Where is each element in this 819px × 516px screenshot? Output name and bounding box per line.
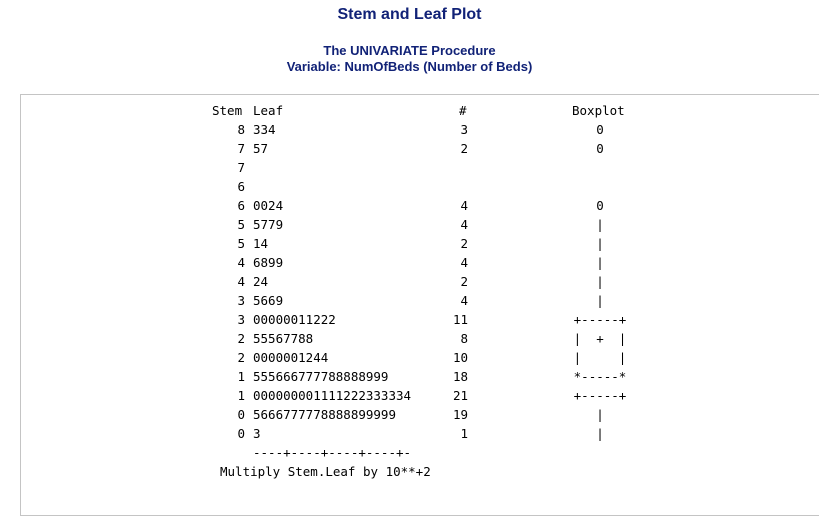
header-boxplot: Boxplot: [572, 103, 625, 118]
row-boxplot: *-----*: [573, 369, 627, 384]
row-boxplot: |: [596, 274, 604, 289]
row-boxplot: 0: [596, 122, 604, 137]
header-leaf: Leaf: [253, 103, 284, 118]
row-stem: 4: [237, 274, 245, 289]
procedure-name: The UNIVARIATE Procedure: [323, 43, 496, 58]
row-stem: 5: [237, 236, 245, 251]
row-boxplot: |: [596, 426, 604, 441]
row-count: 11: [452, 312, 468, 327]
row-boxplot: +-----+: [573, 312, 627, 327]
footer-note: Multiply Stem.Leaf by 10**+2: [220, 464, 431, 479]
row-stem: 6: [237, 179, 245, 194]
row-leaf: 334: [253, 122, 276, 137]
row-stem: 7: [237, 141, 245, 156]
header-stem: Stem: [212, 103, 243, 118]
row-leaf: 14: [253, 236, 269, 251]
row-stem: 0: [237, 407, 245, 422]
row-leaf: 0000001244: [253, 350, 329, 365]
row-stem: 1: [237, 369, 245, 384]
row-leaf: 6899: [253, 255, 284, 270]
page-title: Stem and Leaf Plot: [337, 6, 482, 23]
row-count: 2: [460, 141, 468, 156]
row-boxplot: [560, 177, 640, 196]
row-boxplot: |: [596, 236, 604, 251]
row-leaf: 5666777778888899999: [253, 407, 396, 422]
row-boxplot: 0: [596, 198, 604, 213]
row-leaf: 55567788: [253, 331, 314, 346]
row-boxplot: |: [596, 407, 604, 422]
row-count: 4: [460, 217, 468, 232]
row-leaf: 0024: [253, 198, 284, 213]
row-count: 2: [460, 236, 468, 251]
row-count: 4: [460, 293, 468, 308]
row-stem: 6: [237, 198, 245, 213]
row-count: 3: [460, 122, 468, 137]
row-count: 8: [460, 331, 468, 346]
row-stem: 2: [237, 331, 245, 346]
row-stem: 1: [237, 388, 245, 403]
row-leaf: 24: [253, 274, 269, 289]
stem-leaf-output-box: Stem Leaf # Boxplot 8 334 3 0 7 57 2 0 7 6 6 0024 4 0…: [20, 94, 819, 516]
header-count: #: [459, 103, 467, 118]
row-stem: 4: [237, 255, 245, 270]
row-stem: 3: [237, 312, 245, 327]
row-stem: 8: [237, 122, 245, 137]
row-boxplot: |: [596, 255, 604, 270]
row-stem: 2: [237, 350, 245, 365]
row-leaf: 5779: [253, 217, 284, 232]
row-leaf: 555666777788888999: [253, 369, 389, 384]
row-leaf: 57: [253, 141, 269, 156]
row-stem: 5: [237, 217, 245, 232]
row-leaf: 000000001111222333334: [253, 388, 412, 403]
scale-line: ----+----+----+----+-: [253, 445, 412, 460]
row-boxplot: | + |: [573, 331, 627, 346]
row-boxplot: |: [596, 217, 604, 232]
row-boxplot: [560, 158, 640, 177]
row-stem: 7: [237, 160, 245, 175]
row-boxplot: |: [596, 293, 604, 308]
row-boxplot: 0: [596, 141, 604, 156]
row-count: [428, 177, 468, 196]
row-stem: 3: [237, 293, 245, 308]
row-boxplot: +-----+: [573, 388, 627, 403]
row-leaf: 3: [253, 426, 261, 441]
row-stem: 0: [237, 426, 245, 441]
row-leaf: 00000011222: [253, 312, 336, 327]
variable-label: Variable: NumOfBeds (Number of Beds): [286, 59, 533, 74]
row-boxplot: | |: [573, 350, 627, 365]
row-count: 18: [452, 369, 468, 384]
row-count: 2: [460, 274, 468, 289]
row-count: [428, 158, 468, 177]
row-leaf: 5669: [253, 293, 284, 308]
row-count: 4: [460, 198, 468, 213]
row-count: 10: [452, 350, 468, 365]
row-count: 1: [460, 426, 468, 441]
row-count: 21: [452, 388, 468, 403]
row-count: 19: [452, 407, 468, 422]
row-count: 4: [460, 255, 468, 270]
procedure-subtitle: The UNIVARIATE Procedure Variable: NumOf…: [0, 43, 819, 75]
